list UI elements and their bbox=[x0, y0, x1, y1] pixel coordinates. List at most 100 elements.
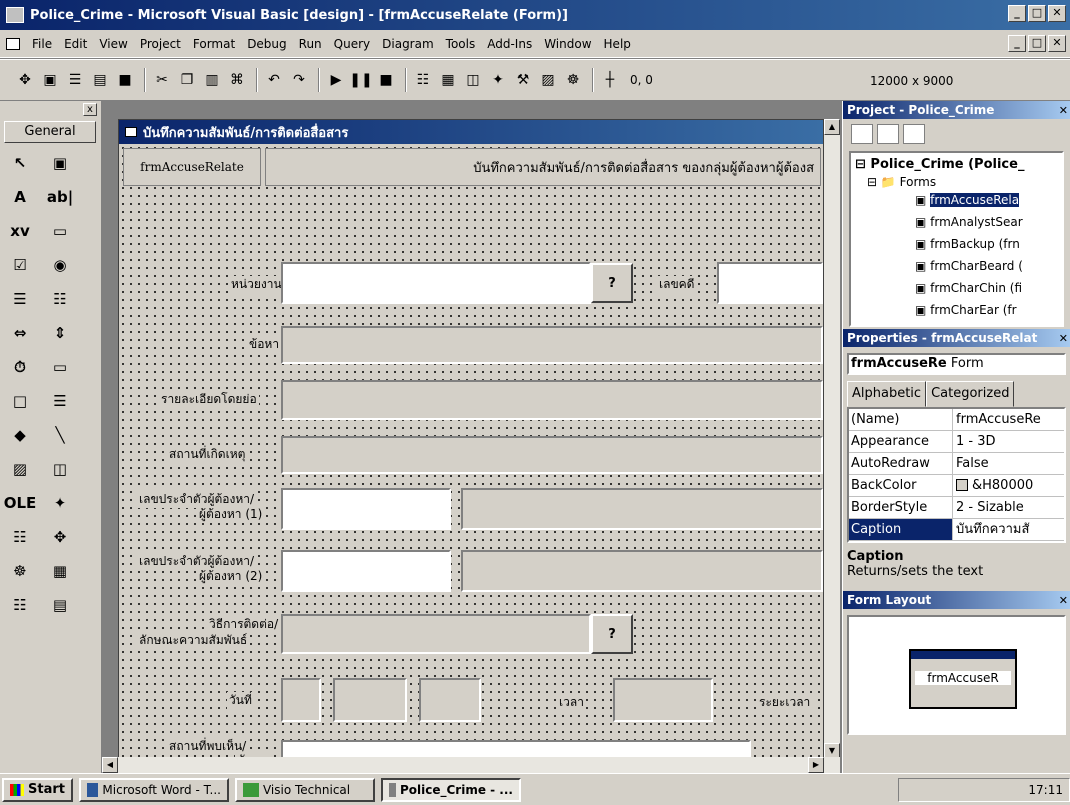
addin-icon[interactable]: ✥ bbox=[48, 525, 72, 549]
copy-icon[interactable]: ❐ bbox=[176, 70, 198, 90]
detail-textbox[interactable] bbox=[281, 380, 823, 420]
add-form-icon[interactable]: ▣ bbox=[39, 70, 61, 90]
listbox-icon[interactable]: ☷ bbox=[48, 287, 72, 311]
accused2-id-textbox[interactable] bbox=[281, 550, 451, 592]
vb-app-icon[interactable] bbox=[6, 7, 24, 23]
find-icon[interactable]: ⌘ bbox=[226, 70, 248, 90]
menu-tools[interactable]: Tools bbox=[440, 37, 482, 51]
menu-help[interactable]: Help bbox=[598, 37, 637, 51]
tree-item-form[interactable]: ▣ frmAnalystSear bbox=[915, 215, 1023, 229]
open-icon[interactable]: ▤ bbox=[89, 70, 111, 90]
accused1-name-textbox[interactable] bbox=[461, 488, 823, 530]
form-header-caption[interactable]: บันทึกความสัมพันธ์/การติดต่อสื่อสาร ของก… bbox=[265, 148, 821, 186]
charge-textbox[interactable] bbox=[281, 326, 823, 364]
charge-label[interactable]: ข้อหา bbox=[247, 336, 282, 353]
property-value[interactable]: &H80000 bbox=[953, 475, 1064, 496]
case-no-label[interactable]: เลขคดี bbox=[657, 276, 697, 293]
run-icon[interactable]: ▶ bbox=[325, 70, 347, 90]
date-year-textbox[interactable] bbox=[419, 678, 481, 722]
flexgrid-icon[interactable]: ▦ bbox=[48, 559, 72, 583]
menu-format[interactable]: Format bbox=[187, 37, 241, 51]
menu-project[interactable]: Project bbox=[134, 37, 187, 51]
time-label[interactable]: เวลา bbox=[557, 694, 586, 711]
unit-label[interactable]: หน่วยงาน bbox=[229, 276, 284, 293]
tree-item-form[interactable]: ▣ frmCharBeard ( bbox=[915, 259, 1023, 273]
taskbar-item-vb[interactable]: Police_Crime - ... bbox=[380, 777, 521, 802]
property-row[interactable]: BorderStyle 2 - Sizable bbox=[849, 497, 1064, 519]
method-label-line2[interactable]: ลักษณะความสัมพันธ์ bbox=[137, 632, 250, 649]
property-row[interactable]: AutoRedraw False bbox=[849, 453, 1064, 475]
form-doc-icon[interactable] bbox=[6, 37, 20, 50]
form-layout-close-icon[interactable]: ✕ bbox=[1059, 592, 1068, 610]
timer-icon[interactable]: ⏱ bbox=[8, 355, 32, 379]
frame-icon[interactable]: xv bbox=[8, 219, 32, 243]
view-code-icon[interactable] bbox=[851, 124, 873, 144]
minimize-button[interactable]: _ bbox=[1008, 5, 1026, 22]
cut-icon[interactable]: ✂ bbox=[151, 70, 173, 90]
detail-label[interactable]: รายละเอียดโดยย่อ bbox=[159, 391, 259, 408]
property-value[interactable]: 1 - 3D bbox=[953, 431, 1064, 452]
scroll-left-icon[interactable]: ◀ bbox=[102, 757, 118, 773]
menu-file[interactable]: File bbox=[26, 37, 58, 51]
label-icon[interactable]: A bbox=[8, 185, 32, 209]
project-close-icon[interactable]: ✕ bbox=[1059, 102, 1068, 120]
time-textbox[interactable] bbox=[613, 678, 713, 722]
menu-diagram[interactable]: Diagram bbox=[376, 37, 440, 51]
custom-control-icon[interactable]: ✦ bbox=[48, 491, 72, 515]
line-icon[interactable]: ╲ bbox=[48, 423, 72, 447]
stop-icon[interactable]: ■ bbox=[375, 70, 397, 90]
property-value[interactable]: False bbox=[953, 453, 1064, 474]
properties-grid[interactable]: (Name) frmAccuseRe Appearance 1 - 3D AutoR… bbox=[847, 407, 1066, 543]
menu-window[interactable]: Window bbox=[538, 37, 597, 51]
tree-folder-forms[interactable]: ⊟ 📁 Forms bbox=[867, 175, 936, 189]
property-value[interactable]: frmAccuseRe bbox=[953, 409, 1064, 430]
project-explorer-icon[interactable]: ☷ bbox=[412, 70, 434, 90]
commandbutton-icon[interactable]: ▭ bbox=[48, 219, 72, 243]
tabstrip-icon[interactable]: ☷ bbox=[8, 593, 32, 617]
optionbutton-icon[interactable]: ◉ bbox=[48, 253, 72, 277]
date-month-textbox[interactable] bbox=[333, 678, 407, 722]
unit-lookup-button[interactable]: ? bbox=[591, 263, 633, 303]
close-button[interactable]: ✕ bbox=[1048, 5, 1066, 22]
break-icon[interactable]: ❚❚ bbox=[349, 70, 372, 90]
start-button[interactable]: Start bbox=[2, 777, 73, 802]
visual-component-icon[interactable]: ☸ bbox=[562, 70, 584, 90]
accused2-label-line2[interactable]: ผู้ต้องหา (2) bbox=[197, 568, 265, 585]
taskbar-item-visio[interactable]: Visio Technical bbox=[234, 777, 375, 802]
tree-item-form[interactable]: ▣ frmAccuseRela bbox=[915, 193, 1020, 207]
tab-alphabetic[interactable]: Alphabetic bbox=[847, 381, 927, 407]
menu-query[interactable]: Query bbox=[328, 37, 376, 51]
tab-categorized[interactable]: Categorized bbox=[926, 381, 1015, 407]
data-icon[interactable]: ◫ bbox=[48, 457, 72, 481]
toggle-folders-icon[interactable] bbox=[903, 124, 925, 144]
shape-icon[interactable]: ◆ bbox=[8, 423, 32, 447]
date-day-textbox[interactable] bbox=[281, 678, 321, 722]
method-combo[interactable] bbox=[281, 614, 591, 654]
date-label[interactable]: วันที่ bbox=[227, 692, 254, 709]
toolbar-icon[interactable]: ▤ bbox=[48, 593, 72, 617]
ado-icon[interactable]: ☸ bbox=[8, 559, 32, 583]
menu-addins[interactable]: Add-Ins bbox=[481, 37, 538, 51]
duration-label[interactable]: ระยะเวลา bbox=[757, 694, 813, 711]
accused2-name-textbox[interactable] bbox=[461, 550, 823, 592]
form-name-label[interactable]: frmAccuseRelate bbox=[123, 148, 261, 186]
tree-item-form[interactable]: ▣ frmCharEar (fr bbox=[915, 303, 1017, 317]
scene-textbox[interactable] bbox=[281, 436, 823, 474]
combobox-icon[interactable]: ☰ bbox=[8, 287, 32, 311]
unit-textbox[interactable] bbox=[281, 262, 591, 304]
scroll-right-icon[interactable]: ▶ bbox=[808, 757, 824, 773]
mdi-restore-button[interactable]: □ bbox=[1028, 35, 1046, 52]
image-icon[interactable]: ▨ bbox=[8, 457, 32, 481]
properties-window-icon[interactable]: ▦ bbox=[437, 70, 459, 90]
menu-editor-icon[interactable]: ☰ bbox=[64, 70, 86, 90]
maximize-button[interactable]: □ bbox=[1028, 5, 1046, 22]
filelistbox-icon[interactable]: ☰ bbox=[48, 389, 72, 413]
project-tree[interactable]: ⊟ Police_Crime (Police_ ⊟ 📁 Forms ▣ frmA… bbox=[849, 151, 1064, 327]
mdi-close-button[interactable]: ✕ bbox=[1048, 35, 1066, 52]
hscrollbar-icon[interactable]: ⇔ bbox=[8, 321, 32, 345]
menu-view[interactable]: View bbox=[93, 37, 133, 51]
data-view-icon[interactable]: ▨ bbox=[537, 70, 559, 90]
designer-vertical-scrollbar[interactable]: ▲ ▼ bbox=[824, 119, 840, 759]
menu-debug[interactable]: Debug bbox=[241, 37, 292, 51]
accused1-label-line2[interactable]: ผู้ต้องหา (1) bbox=[197, 506, 265, 523]
